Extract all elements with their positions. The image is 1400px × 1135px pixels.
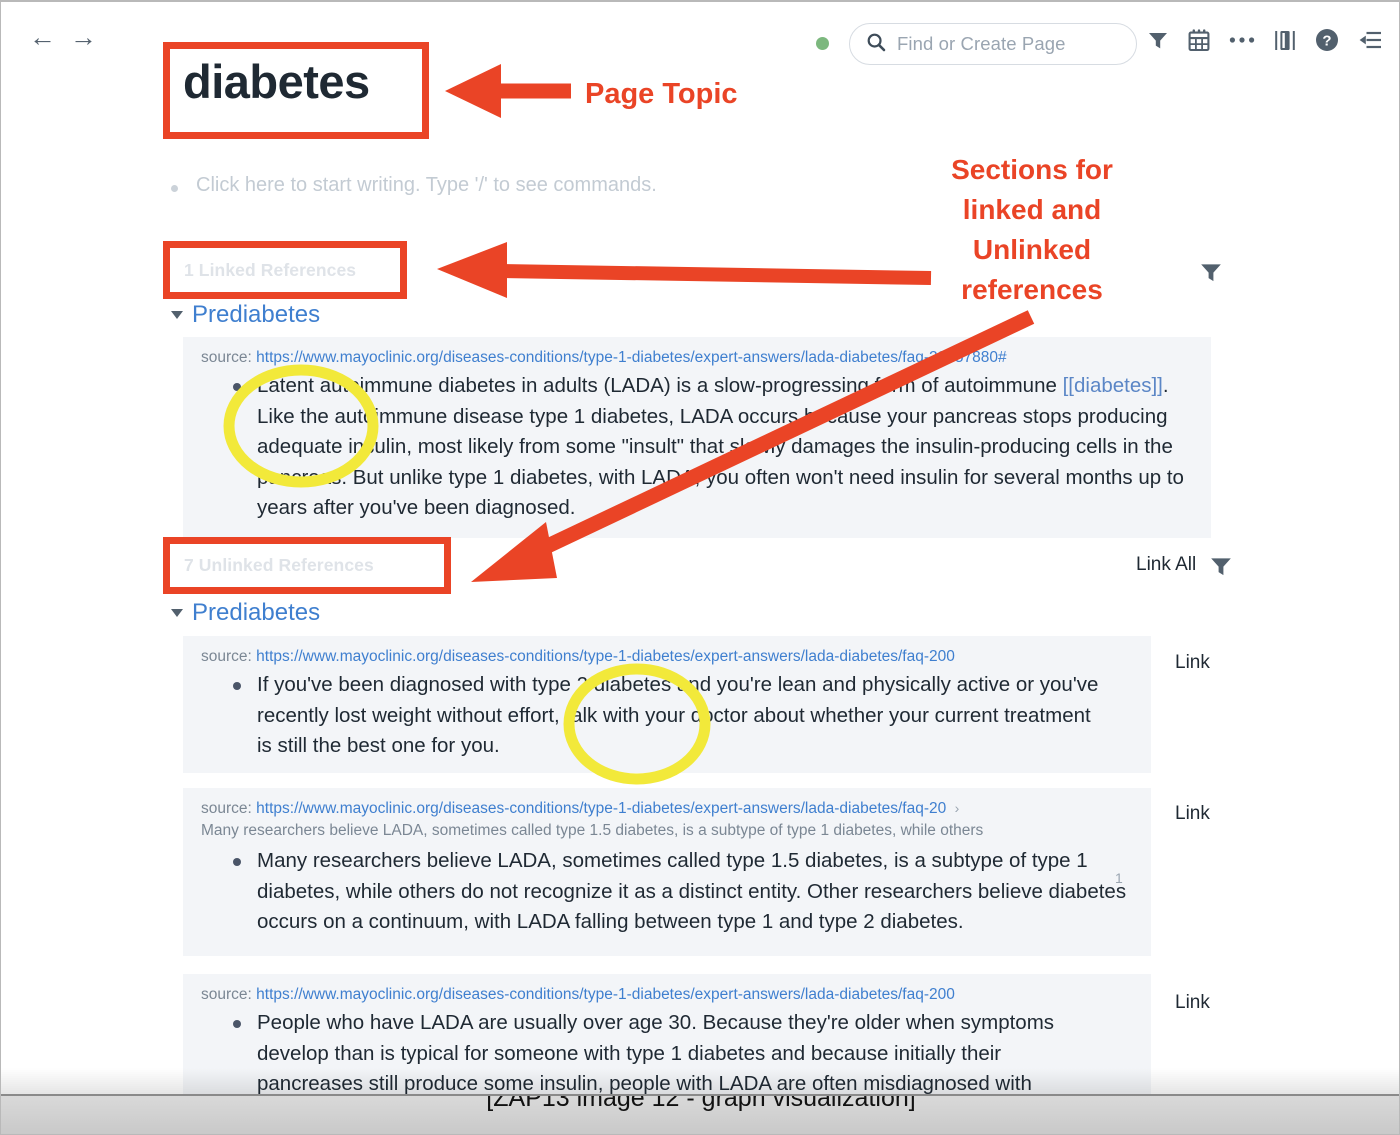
- source-line: source: https://www.mayoclinic.org/disea…: [201, 648, 1135, 666]
- unlinked-reference-card[interactable]: source: https://www.mayoclinic.org/disea…: [183, 788, 1151, 956]
- search-input[interactable]: Find or Create Page: [849, 23, 1137, 65]
- chevron-down-icon[interactable]: [171, 311, 183, 319]
- reference-bullet: Latent autoimmune diabetes in adults (LA…: [201, 371, 1195, 524]
- bullet-dot-icon: [233, 682, 241, 690]
- search-placeholder: Find or Create Page: [897, 33, 1066, 54]
- reference-bullet: Many researchers believe LADA, sometimes…: [201, 846, 1135, 938]
- reference-body-pre: Latent autoimmune diabetes in adults (LA…: [257, 374, 1063, 397]
- reference-preview-note: Many researchers believe LADA, sometimes…: [201, 822, 984, 839]
- link-all-button[interactable]: Link All: [1136, 554, 1196, 576]
- bullet-dot-icon: [233, 383, 241, 391]
- chevron-down-icon[interactable]: [171, 609, 183, 617]
- ellipsis-icon[interactable]: [1229, 36, 1255, 44]
- filter-icon[interactable]: [1147, 29, 1169, 51]
- annotation-label-page-topic: Page Topic: [585, 78, 738, 110]
- source-line: source: https://www.mayoclinic.org/disea…: [201, 800, 1135, 818]
- block-placeholder-text: Click here to start writing. Type '/' to…: [196, 174, 657, 196]
- page-bottom-shadow: [1, 1068, 1399, 1094]
- unlinked-group-title[interactable]: Prediabetes: [192, 599, 320, 627]
- help-icon[interactable]: ?: [1315, 28, 1339, 52]
- app-window: ← → Find or Create Page ? diabetes Click…: [0, 0, 1400, 1135]
- navigation-arrows: ← →: [29, 24, 97, 51]
- page-tag-link[interactable]: [[diabetes]]: [1063, 374, 1163, 397]
- bottom-caption-strip: [ZAP13 image 12 - graph visualization]: [1, 1094, 1399, 1134]
- bullet-dot-icon: [233, 858, 241, 866]
- empty-block-placeholder[interactable]: Click here to start writing. Type '/' to…: [171, 174, 657, 197]
- source-label: source:: [201, 349, 252, 366]
- source-url[interactable]: https://www.mayoclinic.org/diseases-cond…: [256, 986, 955, 1003]
- page-topic-arrow: [445, 64, 571, 118]
- reference-body: Many researchers believe LADA, sometimes…: [257, 849, 1127, 933]
- page-title[interactable]: diabetes: [183, 54, 370, 109]
- reference-body: If you've been diagnosed with type 2 dia…: [257, 673, 1099, 757]
- back-icon[interactable]: ←: [29, 24, 56, 51]
- reference-bullet: If you've been diagnosed with type 2 dia…: [201, 670, 1135, 762]
- linked-references-header[interactable]: 1 Linked References: [184, 260, 356, 281]
- reference-body: Latent autoimmune diabetes in adults (LA…: [257, 371, 1187, 524]
- source-url[interactable]: https://www.mayoclinic.org/diseases-cond…: [256, 349, 1006, 366]
- link-button[interactable]: Link: [1175, 652, 1210, 674]
- svg-text:?: ?: [1322, 32, 1331, 49]
- image-caption: [ZAP13 image 12 - graph visualization]: [486, 1094, 916, 1112]
- toolbar-icon-group: ?: [1147, 28, 1382, 52]
- annotation-label-sections: Sections for linked and Unlinked referen…: [951, 154, 1113, 305]
- chevron-right-icon[interactable]: ›: [951, 800, 960, 816]
- block-bullet-icon: [171, 185, 178, 192]
- source-url[interactable]: https://www.mayoclinic.org/diseases-cond…: [256, 648, 955, 665]
- linked-section-arrow: [437, 242, 932, 298]
- source-label: source:: [201, 800, 252, 817]
- search-icon: [866, 32, 886, 57]
- reference-count-badge: 1: [1115, 870, 1123, 886]
- sidebar-split-icon[interactable]: [1274, 29, 1296, 52]
- linked-group-title[interactable]: Prediabetes: [192, 301, 320, 329]
- source-url[interactable]: https://www.mayoclinic.org/diseases-cond…: [256, 800, 946, 817]
- unlinked-references-filter-icon[interactable]: [1209, 554, 1233, 583]
- unlinked-group-prediabetes[interactable]: Prediabetes: [171, 599, 320, 627]
- source-label: source:: [201, 648, 252, 665]
- calendar-icon[interactable]: [1188, 28, 1210, 52]
- link-button[interactable]: Link: [1175, 803, 1210, 825]
- link-button[interactable]: Link: [1175, 992, 1210, 1014]
- unlinked-reference-card[interactable]: source: https://www.mayoclinic.org/disea…: [183, 636, 1151, 773]
- collapse-right-icon[interactable]: [1358, 30, 1382, 50]
- linked-group-prediabetes[interactable]: Prediabetes: [171, 301, 320, 329]
- bullet-dot-icon: [233, 1020, 241, 1028]
- connection-status-dot: [816, 37, 829, 50]
- unlinked-references-header[interactable]: 7 Unlinked References: [184, 555, 374, 576]
- forward-icon[interactable]: →: [70, 24, 97, 51]
- linked-reference-card[interactable]: source: https://www.mayoclinic.org/disea…: [183, 337, 1211, 538]
- source-line: source: https://www.mayoclinic.org/disea…: [201, 349, 1195, 367]
- source-label: source:: [201, 986, 252, 1003]
- linked-references-filter-icon[interactable]: [1199, 260, 1223, 289]
- source-line: source: https://www.mayoclinic.org/disea…: [201, 986, 1135, 1004]
